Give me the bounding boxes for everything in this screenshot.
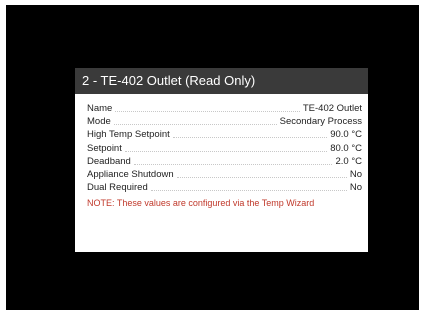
row-mode: Mode Secondary Process: [87, 114, 362, 127]
row-value: Secondary Process: [279, 116, 362, 128]
row-deadband: Deadband 2.0 °C: [87, 154, 362, 167]
wizard-note: NOTE: These values are configured via th…: [87, 198, 315, 209]
row-label: Deadband: [87, 155, 131, 167]
row-leader: [150, 189, 347, 192]
row-leader: [124, 150, 328, 152]
row-leader: [176, 176, 347, 178]
row-name: Name TE-402 Outlet: [87, 101, 362, 114]
row-value: No: [349, 168, 362, 180]
row-value: 2.0 °C: [335, 155, 362, 167]
row-leader: [172, 136, 328, 139]
row-label: Mode: [87, 116, 111, 128]
row-setpoint: Setpoint 80.0 °C: [87, 141, 362, 154]
row-label: High Temp Setpoint: [87, 129, 170, 141]
row-value: TE-402 Outlet: [302, 103, 362, 114]
row-value: 90.0 °C: [330, 129, 362, 141]
dialog-title: 2 - TE-402 Outlet (Read Only): [75, 68, 368, 94]
row-leader: [113, 123, 277, 126]
row-high-temp-setpoint: High Temp Setpoint 90.0 °C: [87, 127, 362, 140]
row-value: No: [349, 182, 362, 194]
row-label: Dual Required: [87, 182, 148, 194]
row-leader: [133, 163, 333, 165]
row-label: Name: [87, 103, 113, 114]
dialog-body: Name TE-402 Outlet Mode Secondary Proces…: [75, 94, 368, 208]
row-dual-required: Dual Required No: [87, 180, 362, 193]
row-appliance-shutdown: Appliance Shutdown No: [87, 167, 362, 180]
row-label: Setpoint: [87, 142, 122, 154]
row-leader: [115, 110, 300, 112]
app-screen: 2 - TE-402 Outlet (Read Only) Name TE-40…: [6, 5, 419, 310]
row-value: 80.0 °C: [330, 142, 362, 154]
row-label: Appliance Shutdown: [87, 168, 174, 180]
read-only-dialog: 2 - TE-402 Outlet (Read Only) Name TE-40…: [75, 68, 368, 252]
